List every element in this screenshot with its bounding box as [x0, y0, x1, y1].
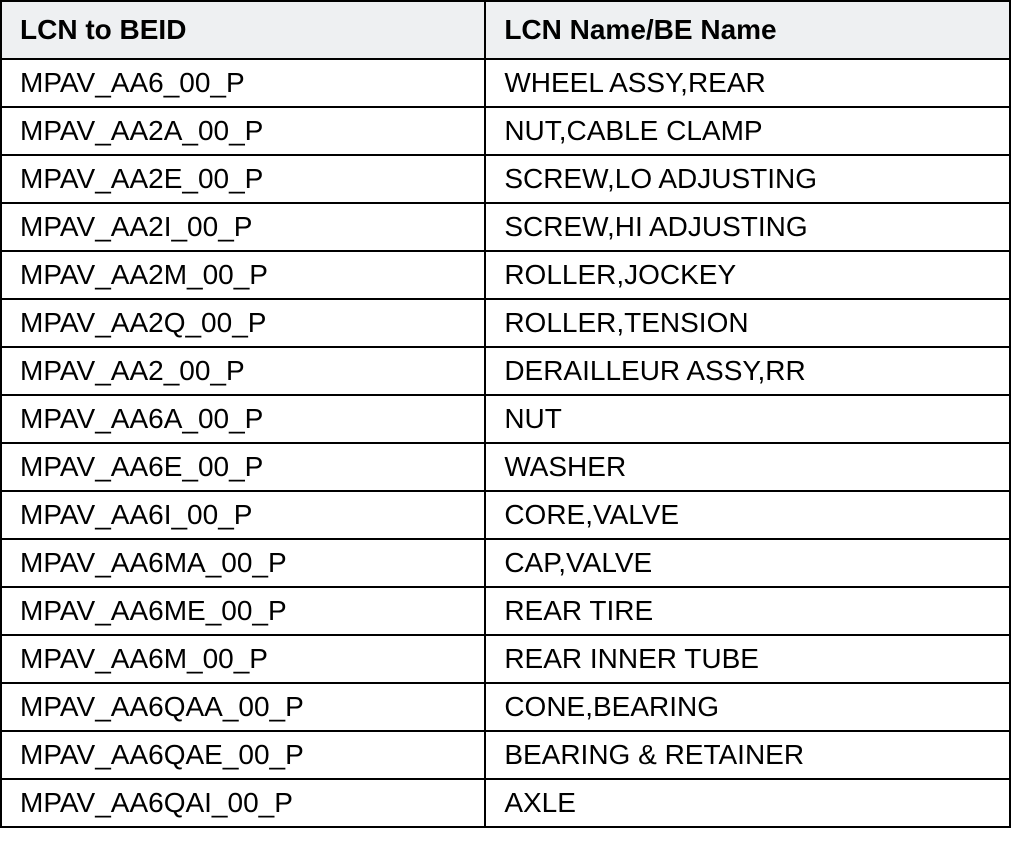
cell-lcn: MPAV_AA6M_00_P [1, 635, 485, 683]
cell-name: CORE,VALVE [485, 491, 1010, 539]
lcn-table: LCN to BEID LCN Name/BE Name MPAV_AA6_00… [0, 0, 1011, 828]
cell-lcn: MPAV_AA2A_00_P [1, 107, 485, 155]
cell-lcn: MPAV_AA6QAA_00_P [1, 683, 485, 731]
cell-name: CONE,BEARING [485, 683, 1010, 731]
header-lcn-name: LCN Name/BE Name [485, 1, 1010, 59]
cell-lcn: MPAV_AA6QAE_00_P [1, 731, 485, 779]
cell-lcn: MPAV_AA6_00_P [1, 59, 485, 107]
cell-lcn: MPAV_AA2I_00_P [1, 203, 485, 251]
table-body: MPAV_AA6_00_PWHEEL ASSY,REARMPAV_AA2A_00… [1, 59, 1010, 827]
table-row: MPAV_AA2I_00_PSCREW,HI ADJUSTING [1, 203, 1010, 251]
cell-lcn: MPAV_AA2E_00_P [1, 155, 485, 203]
table-row: MPAV_AA6QAI_00_PAXLE [1, 779, 1010, 827]
table-row: MPAV_AA6A_00_PNUT [1, 395, 1010, 443]
cell-name: REAR TIRE [485, 587, 1010, 635]
table-row: MPAV_AA6QAA_00_PCONE,BEARING [1, 683, 1010, 731]
cell-name: WHEEL ASSY,REAR [485, 59, 1010, 107]
table-row: MPAV_AA6MA_00_PCAP,VALVE [1, 539, 1010, 587]
table-row: MPAV_AA6I_00_PCORE,VALVE [1, 491, 1010, 539]
table-row: MPAV_AA2_00_PDERAILLEUR ASSY,RR [1, 347, 1010, 395]
table-header-row: LCN to BEID LCN Name/BE Name [1, 1, 1010, 59]
table-row: MPAV_AA6M_00_PREAR INNER TUBE [1, 635, 1010, 683]
cell-lcn: MPAV_AA6A_00_P [1, 395, 485, 443]
cell-name: SCREW,LO ADJUSTING [485, 155, 1010, 203]
cell-name: NUT,CABLE CLAMP [485, 107, 1010, 155]
cell-name: NUT [485, 395, 1010, 443]
cell-name: REAR INNER TUBE [485, 635, 1010, 683]
cell-name: BEARING & RETAINER [485, 731, 1010, 779]
cell-name: WASHER [485, 443, 1010, 491]
cell-name: ROLLER,TENSION [485, 299, 1010, 347]
cell-name: ROLLER,JOCKEY [485, 251, 1010, 299]
cell-lcn: MPAV_AA6MA_00_P [1, 539, 485, 587]
table-row: MPAV_AA6ME_00_PREAR TIRE [1, 587, 1010, 635]
table-row: MPAV_AA2E_00_PSCREW,LO ADJUSTING [1, 155, 1010, 203]
header-lcn-to-beid: LCN to BEID [1, 1, 485, 59]
cell-lcn: MPAV_AA6I_00_P [1, 491, 485, 539]
table-row: MPAV_AA2A_00_PNUT,CABLE CLAMP [1, 107, 1010, 155]
table-row: MPAV_AA6E_00_PWASHER [1, 443, 1010, 491]
cell-name: SCREW,HI ADJUSTING [485, 203, 1010, 251]
table-row: MPAV_AA2M_00_PROLLER,JOCKEY [1, 251, 1010, 299]
cell-lcn: MPAV_AA2_00_P [1, 347, 485, 395]
cell-lcn: MPAV_AA6QAI_00_P [1, 779, 485, 827]
table-row: MPAV_AA6QAE_00_PBEARING & RETAINER [1, 731, 1010, 779]
cell-name: DERAILLEUR ASSY,RR [485, 347, 1010, 395]
cell-lcn: MPAV_AA6E_00_P [1, 443, 485, 491]
table-row: MPAV_AA2Q_00_PROLLER,TENSION [1, 299, 1010, 347]
table-row: MPAV_AA6_00_PWHEEL ASSY,REAR [1, 59, 1010, 107]
cell-lcn: MPAV_AA2Q_00_P [1, 299, 485, 347]
cell-lcn: MPAV_AA6ME_00_P [1, 587, 485, 635]
cell-lcn: MPAV_AA2M_00_P [1, 251, 485, 299]
cell-name: CAP,VALVE [485, 539, 1010, 587]
cell-name: AXLE [485, 779, 1010, 827]
